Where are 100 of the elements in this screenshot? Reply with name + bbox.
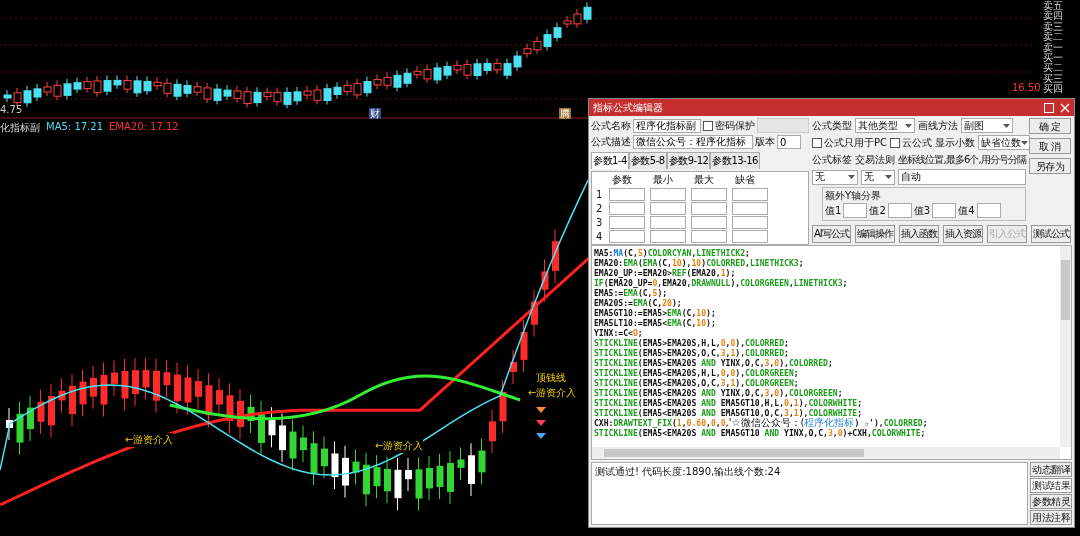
maximize-icon[interactable] <box>1044 102 1054 113</box>
order-book-level: 卖四 <box>1043 11 1063 22</box>
output-message: 测试通过! 代码长度:1890,输出线个数:24 <box>595 466 781 477</box>
vertical-scrollbar[interactable] <box>1060 246 1071 447</box>
dialog-button[interactable]: 另存为 <box>1029 158 1071 174</box>
row-number: 2 <box>596 203 604 214</box>
param-field[interactable] <box>609 216 645 229</box>
order-book-level: 卖二 <box>1043 32 1063 43</box>
output-tab[interactable]: 用法注释 <box>1030 510 1072 525</box>
column-header: 缺省 <box>734 173 756 187</box>
param-field[interactable] <box>609 188 645 201</box>
tool-button[interactable]: 编辑操作 <box>854 224 895 243</box>
value-field[interactable] <box>932 203 957 218</box>
column-header: 最大 <box>693 173 715 187</box>
param-tab[interactable]: 参数9-12 <box>666 152 711 169</box>
code-line: STICKLINE(EMA5>EMA20S,O,C,3,1),COLORRED; <box>594 348 790 358</box>
tag-select[interactable]: 无 <box>812 169 858 185</box>
horizontal-scrollbar[interactable] <box>592 447 1060 459</box>
param-field[interactable] <box>609 230 645 243</box>
pc-only-checkbox[interactable]: 公式只用于PC <box>812 135 887 150</box>
draw-select[interactable]: 副图 <box>961 118 1013 133</box>
ema20-label: EMA20: 17.12 <box>109 121 179 134</box>
order-book-level: 买二 <box>1043 63 1063 74</box>
order-book-level: 卖五 <box>1043 1 1063 12</box>
param-field[interactable] <box>732 188 768 201</box>
code-line: YINX:=C<O; <box>594 328 644 338</box>
value-field[interactable] <box>887 203 912 218</box>
param-field[interactable] <box>691 202 727 215</box>
axis-field[interactable]: 自动 <box>898 169 1026 185</box>
diamond-markers-icon <box>535 405 547 441</box>
window-title: 指标公式编辑器 <box>593 100 663 115</box>
order-book-level: 买三 <box>1043 73 1063 85</box>
code-line: EMA20:EMA(EMA(C,10),10)COLORRED,LINETHICK3; <box>594 258 805 268</box>
decimals-select[interactable]: 缺省位数 <box>978 135 1030 150</box>
dialog-button[interactable]: 确 定 <box>1029 118 1071 134</box>
order-book-level: 买四 <box>1043 84 1063 95</box>
chart-annotation: ←游资介入 <box>375 439 424 453</box>
price-label: 16.50 <box>1012 82 1041 93</box>
code-line: STICKLINE(EMA5<EMA20S AND YINX,O,C,3,0),COLORGREEN; <box>594 388 844 398</box>
caret-icon <box>1021 140 1028 145</box>
group-title: 额外Y轴分界 <box>825 190 882 201</box>
field-label: 值3 <box>913 203 931 218</box>
caret-icon <box>885 175 892 179</box>
close-icon[interactable] <box>1060 102 1070 113</box>
param-field[interactable] <box>609 202 645 215</box>
caret-icon <box>905 123 912 128</box>
tool-button[interactable]: 插入函数 <box>898 224 939 243</box>
output-tab[interactable]: 参数精灵 <box>1030 494 1072 509</box>
param-field[interactable] <box>732 216 768 229</box>
tool-button[interactable]: AI写公式 <box>812 224 851 243</box>
code-line: MA5:MA(C,5)COLORCYAN,LINETHICK2; <box>594 248 751 258</box>
name-field[interactable]: 程序化指标副 <box>633 118 701 133</box>
code-line: EMA20_UP:=EMA20>REF(EMA20,1); <box>594 268 737 278</box>
chart-annotation: 顶钱线 <box>536 371 566 385</box>
caret-icon <box>1003 123 1010 128</box>
chart-annotation: ←游资介入 <box>125 433 174 447</box>
caret-icon <box>848 175 855 179</box>
dialog-button[interactable]: 取 消 <box>1029 138 1071 154</box>
field-label: 坐标线位置,最多6个,用分号分隔 <box>898 152 1027 167</box>
finance-marker: 财 <box>369 108 381 119</box>
param-field[interactable] <box>732 202 768 215</box>
column-header: 参数 <box>611 173 633 187</box>
rule-select[interactable]: 无 <box>861 169 895 185</box>
type-select[interactable]: 其他类型 <box>855 118 915 133</box>
code-line: STICKLINE(EMA5<EMA20S,H,L,0,0),COLORGREEN; <box>594 368 800 378</box>
output-tab[interactable]: 测试结果 <box>1030 478 1072 493</box>
row-number: 1 <box>596 189 604 200</box>
code-line: EMA5LT10:=EMA5<EMA(C,10); <box>594 318 717 328</box>
tool-button[interactable]: 插入资源 <box>942 224 983 243</box>
cloud-checkbox[interactable]: 云公式 <box>890 135 932 150</box>
param-field[interactable] <box>650 202 686 215</box>
value-field[interactable] <box>843 203 868 218</box>
description-field[interactable]: 微信公众号：程序化指标 <box>633 135 753 149</box>
param-field[interactable] <box>691 188 727 201</box>
field-label: 画线方法 <box>918 118 958 133</box>
order-book-level: 卖一 <box>1043 42 1063 53</box>
param-field[interactable] <box>650 216 686 229</box>
ma5-label: MA5: 17.21 <box>46 121 103 134</box>
code-editor[interactable] <box>591 245 1072 460</box>
version-field[interactable]: 0 <box>777 135 801 149</box>
field-label: 显示小数 <box>935 135 975 150</box>
param-field[interactable] <box>650 230 686 243</box>
field-label: 公式名称 <box>591 118 631 133</box>
tool-button[interactable]: 测试公式 <box>1030 224 1071 243</box>
param-tab[interactable]: 参数5-8 <box>628 152 667 169</box>
param-field[interactable] <box>691 216 727 229</box>
param-tab[interactable]: 参数13-16 <box>710 152 760 169</box>
order-book-level: 买一 <box>1043 53 1063 64</box>
output-tab[interactable]: 动态翻译 <box>1030 462 1072 477</box>
field-label: 版本 <box>755 135 775 149</box>
value-field[interactable] <box>976 203 1001 218</box>
code-line: STICKLINE(EMA5<EMA20S AND EMA5GT10,H,L,0,1),COLORWHITE; <box>594 398 864 408</box>
param-field[interactable] <box>732 230 768 243</box>
param-tab[interactable]: 参数1-4 <box>591 152 629 169</box>
code-line: CXH:DRAWTEXT_FIX(1,0.60,0,0,'☆微信公众号：(程序化指标) ☆'),COLORRED; <box>594 418 929 428</box>
code-line: STICKLINE(EMA5>EMA20S AND YINX,O,C,3,0),COLORRED; <box>594 358 834 368</box>
price-label: 4.75 <box>0 104 23 115</box>
param-field[interactable] <box>650 188 686 201</box>
password-checkbox[interactable]: 密码保护 <box>703 118 755 133</box>
param-field[interactable] <box>691 230 727 243</box>
